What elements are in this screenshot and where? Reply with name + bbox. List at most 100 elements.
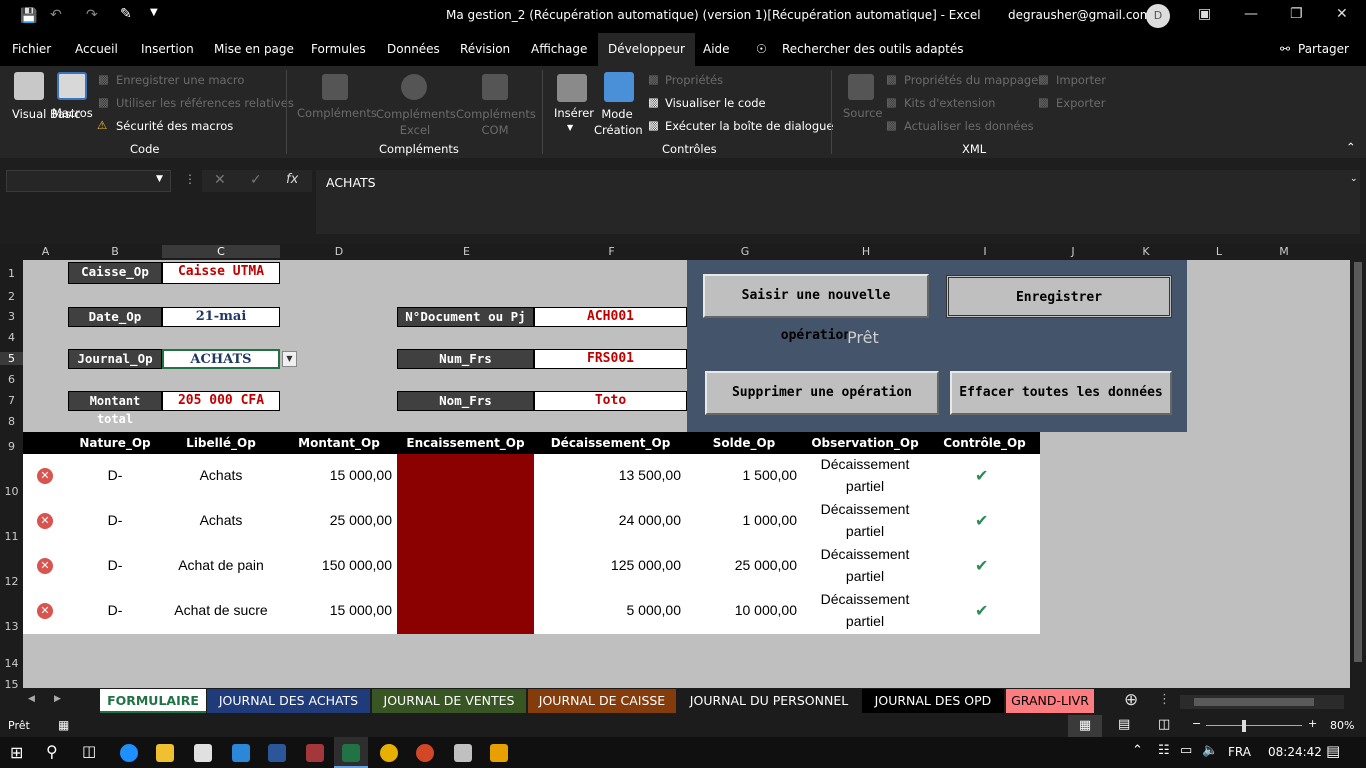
prev-sheet-icon[interactable]: ◀	[28, 694, 35, 704]
import-button[interactable]: Importer	[1056, 73, 1106, 87]
col-header[interactable]: B	[68, 245, 162, 258]
zoom-slider-thumb[interactable]	[1242, 720, 1246, 732]
word-icon[interactable]	[268, 744, 286, 762]
row-header[interactable]: 6	[0, 373, 23, 386]
relative-refs-button[interactable]: Utiliser les références relatives	[116, 96, 294, 110]
row-header[interactable]: 8	[0, 415, 23, 428]
tab-mise-en-page[interactable]: Mise en page	[214, 42, 294, 56]
col-header[interactable]: E	[398, 245, 535, 258]
macro-security-button[interactable]: Sécurité des macros	[116, 119, 233, 133]
insert-function-icon[interactable]: fx	[286, 172, 298, 187]
tab-developpeur[interactable]: Développeur	[598, 33, 695, 66]
col-encaissement[interactable]: Encaissement_Op	[397, 436, 534, 450]
col-header[interactable]: G	[688, 245, 802, 258]
tab-revision[interactable]: Révision	[460, 42, 510, 56]
next-sheet-icon[interactable]: ▶	[54, 694, 61, 704]
row-header-selected[interactable]: 5	[0, 352, 23, 365]
excel-addins-button[interactable]: Compléments Excel	[376, 106, 456, 138]
macros-button[interactable]: Macros	[52, 106, 93, 120]
delete-row-icon[interactable]: ✕	[37, 468, 53, 484]
share-icon[interactable]: ⚯	[1280, 42, 1290, 56]
col-header[interactable]: I	[930, 245, 1040, 258]
addins-button[interactable]: Compléments	[297, 106, 377, 120]
save-button[interactable]: Enregistrer	[946, 275, 1172, 318]
view-code-button[interactable]: Visualiser le code	[665, 96, 766, 110]
col-header[interactable]: M	[1252, 245, 1316, 258]
cancel-icon[interactable]: ✕	[214, 172, 226, 188]
sheet-tab-journal-ventes[interactable]: JOURNAL DE VENTES	[372, 689, 526, 713]
row-header[interactable]: 10	[0, 485, 23, 498]
brush-icon[interactable]: ✎	[120, 6, 132, 22]
redo-icon[interactable]: ↷	[86, 7, 98, 23]
ext-packs-button[interactable]: Kits d'extension	[904, 96, 995, 110]
col-header[interactable]: L	[1186, 245, 1252, 258]
battery-icon[interactable]: ▭	[1180, 743, 1192, 758]
col-header[interactable]: D	[280, 245, 398, 258]
expand-formula-icon[interactable]: ⌄	[1350, 174, 1358, 184]
visual-basic-button[interactable]: Visual Basic	[12, 106, 80, 122]
formula-input[interactable]: ACHATS	[316, 170, 1360, 234]
col-header-selected[interactable]: C	[162, 245, 280, 258]
search-tools[interactable]: Rechercher des outils adaptés	[782, 42, 964, 56]
design-mode-button[interactable]: Mode Création	[594, 106, 643, 138]
col-libelle[interactable]: Libellé_Op	[162, 436, 280, 450]
enter-icon[interactable]: ✓	[250, 172, 262, 188]
clear-all-button[interactable]: Effacer toutes les données	[950, 371, 1172, 415]
col-observation[interactable]: Observation_Op	[801, 436, 929, 450]
col-header[interactable]: F	[535, 245, 688, 258]
page-layout-icon[interactable]: ▤	[1118, 717, 1130, 732]
date-value[interactable]: 21-mai	[162, 307, 280, 327]
chrome-icon[interactable]	[380, 744, 398, 762]
col-header[interactable]: J	[1040, 245, 1106, 258]
maximize-icon[interactable]: ❐	[1290, 6, 1303, 22]
montant-value[interactable]: 205 000 CFA	[162, 391, 280, 411]
zoom-out-icon[interactable]: −	[1192, 717, 1201, 730]
tab-accueil[interactable]: Accueil	[75, 42, 118, 56]
col-controle[interactable]: Contrôle_Op	[929, 436, 1040, 450]
undo-icon[interactable]: ↶	[50, 7, 62, 23]
row-header[interactable]: 4	[0, 331, 23, 344]
mail-icon[interactable]	[232, 744, 250, 762]
tray-chevron-icon[interactable]: ⌃	[1132, 743, 1143, 758]
clock[interactable]: 08:24:42	[1268, 745, 1322, 759]
col-header[interactable]: H	[802, 245, 930, 258]
sheet-tab-journal-personnel[interactable]: JOURNAL DU PERSONNEL	[678, 689, 860, 713]
col-nature[interactable]: Nature_Op	[68, 436, 162, 450]
row-header[interactable]: 13	[0, 620, 23, 633]
row-header[interactable]: 2	[0, 290, 23, 303]
col-header[interactable]: A	[23, 245, 68, 258]
tab-aide[interactable]: Aide	[703, 42, 730, 56]
com-addins-button[interactable]: Compléments COM	[456, 106, 536, 138]
insert-control-button[interactable]: Insérer	[554, 106, 594, 120]
numfrs-value[interactable]: FRS001	[534, 349, 687, 369]
horizontal-scrollbar[interactable]	[1180, 695, 1344, 709]
zoom-level[interactable]: 80%	[1330, 719, 1354, 732]
app-icon[interactable]	[454, 744, 472, 762]
notifications-icon[interactable]: ▤	[1326, 742, 1340, 760]
collapse-ribbon-icon[interactable]: ⌃	[1346, 140, 1356, 154]
wifi-icon[interactable]: ☷	[1158, 743, 1170, 758]
macro-record-icon[interactable]: ▦	[58, 718, 69, 732]
page-break-icon[interactable]: ◫	[1158, 717, 1170, 732]
row-header[interactable]: 3	[0, 310, 23, 323]
search-icon[interactable]: ⚲	[46, 742, 58, 761]
save-icon[interactable]: 💾	[20, 8, 37, 24]
col-montant[interactable]: Montant_Op	[280, 436, 398, 450]
ribbon-display-icon[interactable]: ▣	[1198, 6, 1211, 22]
map-props-button[interactable]: Propriétés du mappage	[904, 73, 1038, 87]
tab-affichage[interactable]: Affichage	[531, 42, 587, 56]
caisse-value[interactable]: Caisse UTMA	[162, 262, 280, 284]
vertical-scrollbar[interactable]	[1350, 244, 1366, 688]
zoom-in-icon[interactable]: +	[1308, 717, 1317, 730]
tab-insertion[interactable]: Insertion	[141, 42, 194, 56]
delete-row-icon[interactable]: ✕	[37, 513, 53, 529]
scroll-thumb[interactable]	[1194, 698, 1314, 706]
volume-icon[interactable]: 🔈	[1202, 743, 1218, 758]
nomfrs-value[interactable]: Toto	[534, 391, 687, 411]
delete-row-icon[interactable]: ✕	[37, 558, 53, 574]
run-dialog-button[interactable]: Exécuter la boîte de dialogue	[665, 119, 834, 133]
close-icon[interactable]: ✕	[1336, 6, 1348, 22]
customize-qat-icon[interactable]: ▼	[150, 7, 158, 18]
tab-formules[interactable]: Formules	[311, 42, 366, 56]
col-decaissement[interactable]: Décaissement_Op	[534, 436, 687, 450]
